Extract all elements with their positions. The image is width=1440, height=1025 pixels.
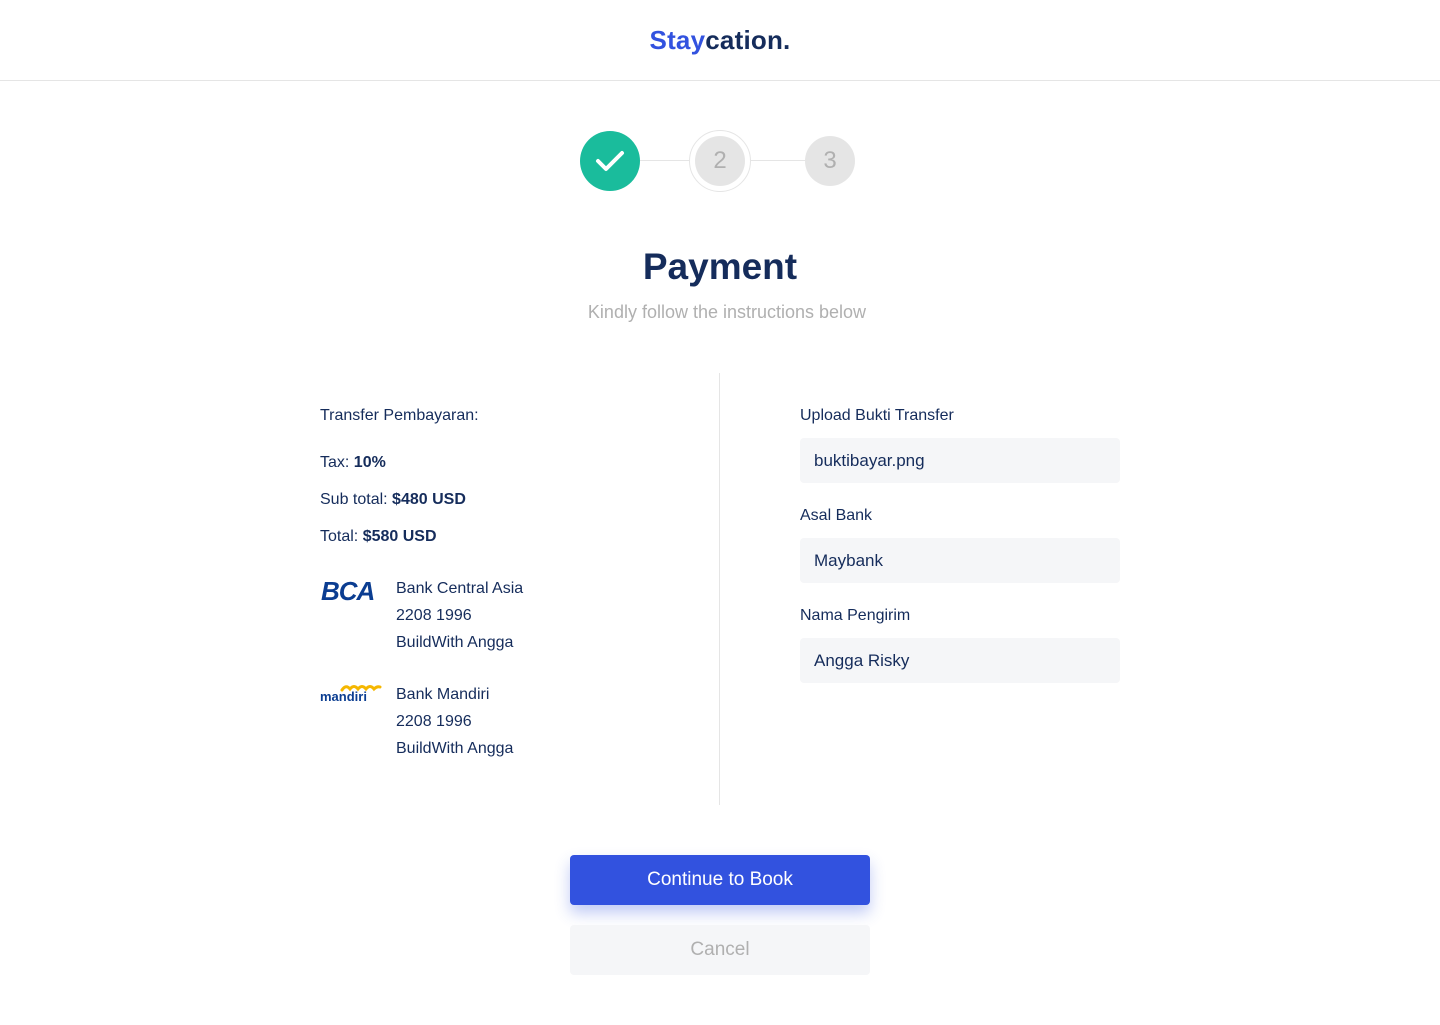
page-title: Payment [642, 246, 798, 287]
subtotal-label: Sub total: [320, 491, 393, 508]
tax-value: 10% [353, 454, 386, 471]
page-subtitle: Kindly follow the instructions below [587, 302, 867, 322]
total-row: Total: $580 USD [320, 528, 437, 546]
bca-logo-icon: BCA [320, 575, 382, 607]
stepper-connector-1 [640, 160, 690, 161]
subtotal-value: $480 USD [392, 491, 466, 508]
svg-text:mandiri: mandiri [320, 689, 367, 704]
sender-name-label: Nama Pengirim [800, 607, 911, 624]
bank-origin-input[interactable] [800, 538, 1120, 583]
bank-name: Bank Central Asia [396, 580, 524, 597]
subtotal-row: Sub total: $480 USD [320, 491, 466, 509]
transfer-heading: Transfer Pembayaran: [320, 407, 479, 424]
stepper-connector-2 [750, 160, 805, 161]
checkmark-icon [596, 151, 624, 171]
bank-account: 2208 1996 [396, 713, 472, 730]
continue-to-book-button[interactable]: Continue to Book [570, 855, 870, 905]
bank-holder: BuildWith Angga [396, 740, 514, 757]
upload-label: Upload Bukti Transfer [800, 407, 954, 424]
svg-text:BCA: BCA [321, 576, 374, 606]
bank-origin-label: Asal Bank [800, 507, 873, 524]
step-2-current: 2 [695, 136, 745, 186]
column-divider [719, 373, 720, 805]
upload-proof-input[interactable] [800, 438, 1120, 483]
bank-account: 2208 1996 [396, 607, 472, 624]
total-value: $580 USD [362, 528, 437, 545]
tax-label: Tax: [320, 454, 354, 471]
cancel-button[interactable]: Cancel [570, 925, 870, 975]
sender-name-input[interactable] [800, 638, 1120, 683]
bank-name: Bank Mandiri [396, 686, 490, 703]
bank-holder: BuildWith Angga [396, 634, 514, 651]
step-1-completed [580, 131, 640, 191]
tax-row: Tax: 10% [320, 454, 386, 472]
total-label: Total: [320, 528, 363, 545]
brand-part-cation: cation. [705, 24, 791, 55]
top-header: Staycation. [0, 0, 1440, 81]
mandiri-logo-icon: mandiri [320, 681, 382, 713]
brand-logo[interactable]: Staycation. [650, 25, 791, 56]
step-3-upcoming: 3 [805, 136, 855, 186]
brand-part-stay: Stay [649, 24, 706, 55]
